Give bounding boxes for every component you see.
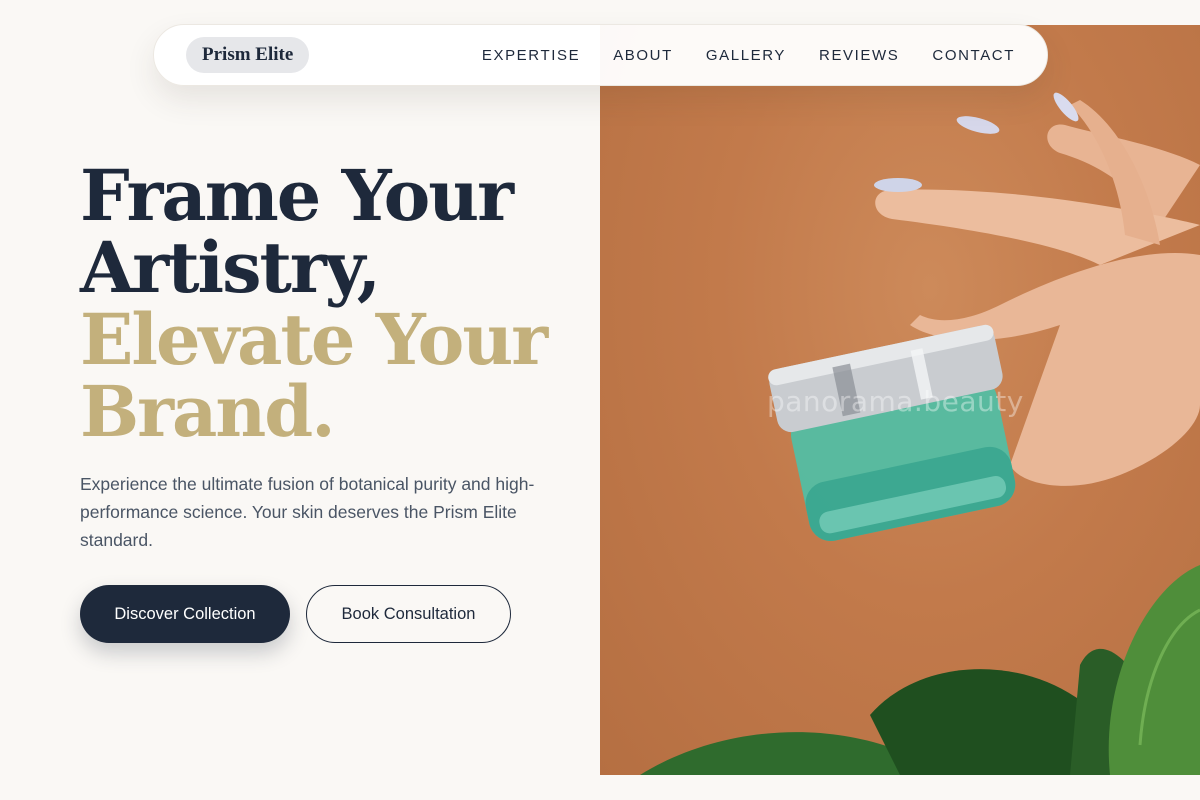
top-navbar: Prism Elite EXPERTISE ABOUT GALLERY REVI… [153, 24, 1048, 86]
nav-link-gallery[interactable]: GALLERY [706, 47, 786, 64]
headline-line: Frame Your [80, 154, 514, 237]
book-consultation-button[interactable]: Book Consultation [306, 585, 511, 643]
nail [874, 178, 922, 192]
nav-link-contact[interactable]: CONTACT [932, 47, 1015, 64]
nav-link-expertise[interactable]: EXPERTISE [482, 47, 580, 64]
hero-headline: Frame Your Artistry, Elevate Your Brand. [80, 160, 600, 448]
hero-product-image: panorama.beauty [600, 25, 1200, 775]
brand-logo[interactable]: Prism Elite [186, 37, 310, 73]
headline-line: Artistry, [80, 226, 381, 309]
cosmetic-jar [768, 324, 1016, 541]
hero-description: Experience the ultimate fusion of botani… [80, 474, 535, 550]
image-watermark: panorama.beauty [767, 385, 1024, 418]
nav-link-reviews[interactable]: REVIEWS [819, 47, 899, 64]
nav-links: EXPERTISE ABOUT GALLERY REVIEWS CONTACT [482, 47, 1015, 64]
headline-accent-line: Brand. [80, 370, 336, 453]
headline-accent-line: Elevate Your [80, 298, 548, 381]
nav-link-about[interactable]: ABOUT [613, 47, 673, 64]
nail [956, 116, 1000, 134]
discover-collection-button[interactable]: Discover Collection [80, 585, 290, 643]
